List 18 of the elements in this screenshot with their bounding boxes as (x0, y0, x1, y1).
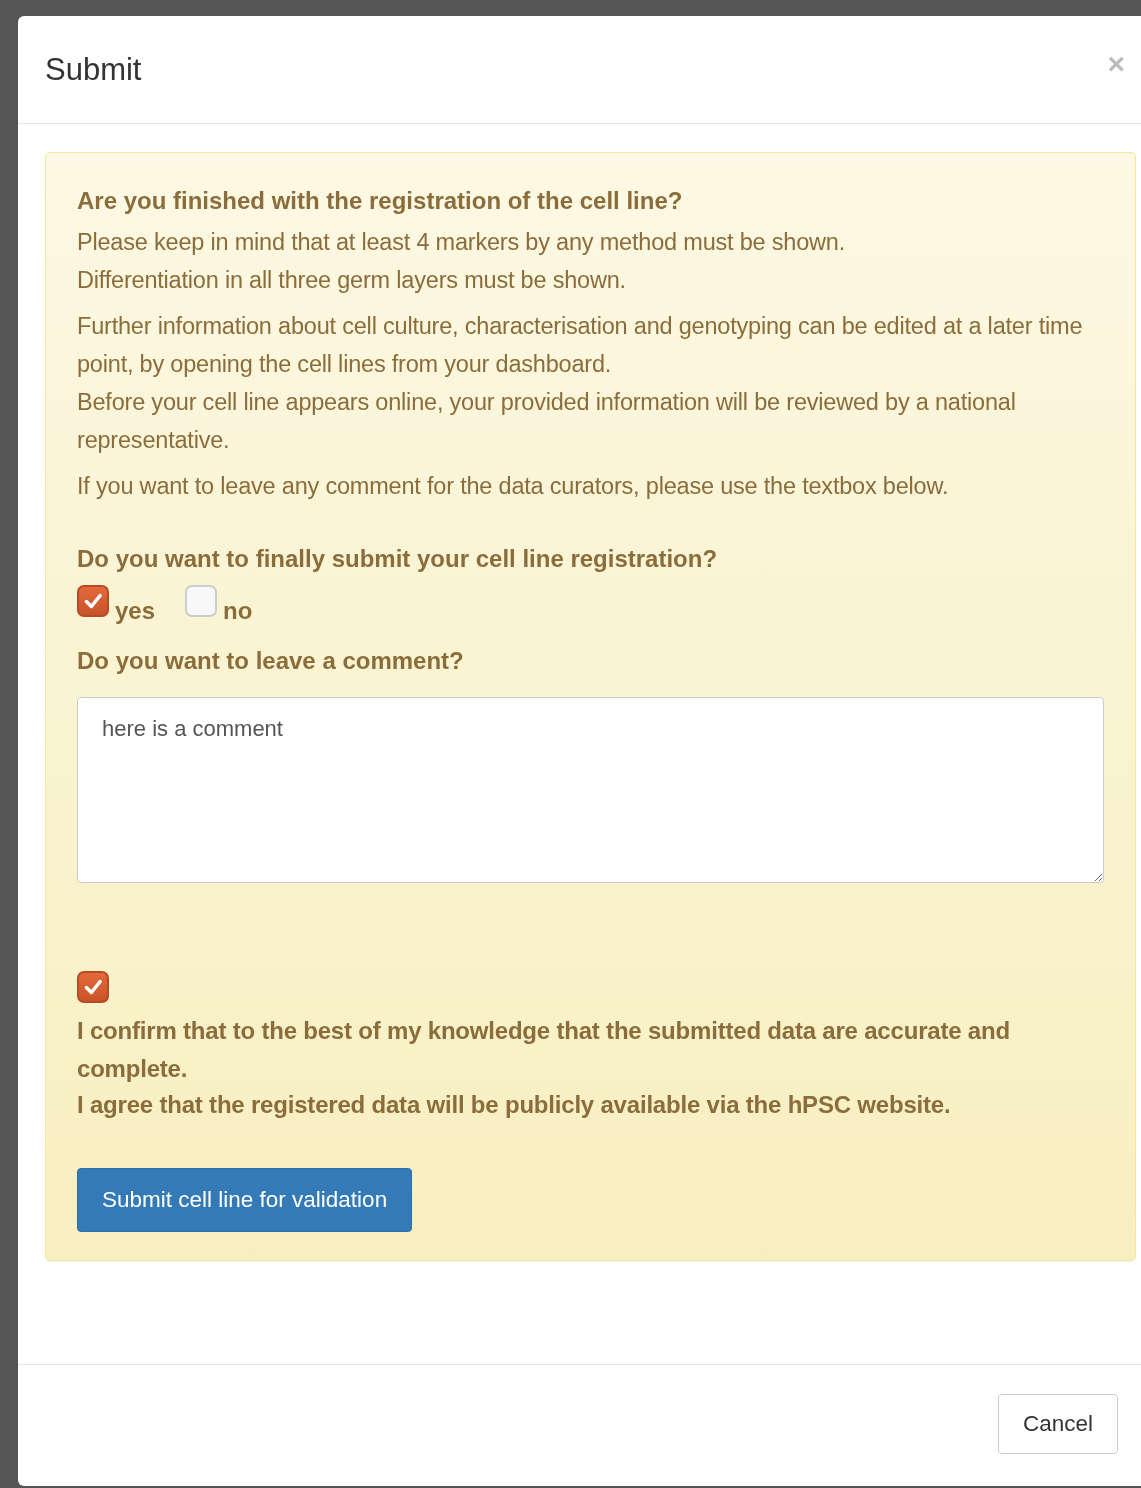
info-text: Differentiation in all three germ layers must be shown. (77, 266, 627, 295)
submit-button[interactable]: Submit cell line for validation (77, 1168, 413, 1232)
question-label: Do you want to leave a comment? (77, 647, 465, 675)
checkbox[interactable] (77, 585, 109, 617)
info-text: If you want to leave any comment for the data curators, please use the textbox below. (77, 472, 950, 501)
alert-heading: Are you finished with the registration of the cell line? (77, 187, 684, 215)
checkbox[interactable] (77, 971, 109, 1003)
info-text: Before your cell line appears online, your provided information will be reviewed by a national representative. (77, 388, 1017, 455)
option-label: no (223, 597, 253, 625)
confirm-text: I confirm that to the best of my knowledge that the submitted data are accurate and complete. (77, 1016, 1011, 1084)
comment-field[interactable]: here is a comment (77, 697, 1104, 883)
info-text: Further information about cell culture, characterisation and genotyping can be edited at a later time point, by opening the cell lines from your dashboard. (77, 312, 1084, 379)
question-label: Do you want to finally submit your cell line registration? (77, 545, 719, 573)
confirm-text: I agree that the registered data will be publicly available via the hPSC website. (77, 1090, 952, 1120)
info-text: Please keep in mind that at least 4 markers by any method must be shown. (77, 228, 847, 257)
cancel-button[interactable]: Cancel (997, 1394, 1118, 1454)
option-label: yes (115, 597, 156, 625)
dialog-title: Submit (45, 51, 142, 88)
